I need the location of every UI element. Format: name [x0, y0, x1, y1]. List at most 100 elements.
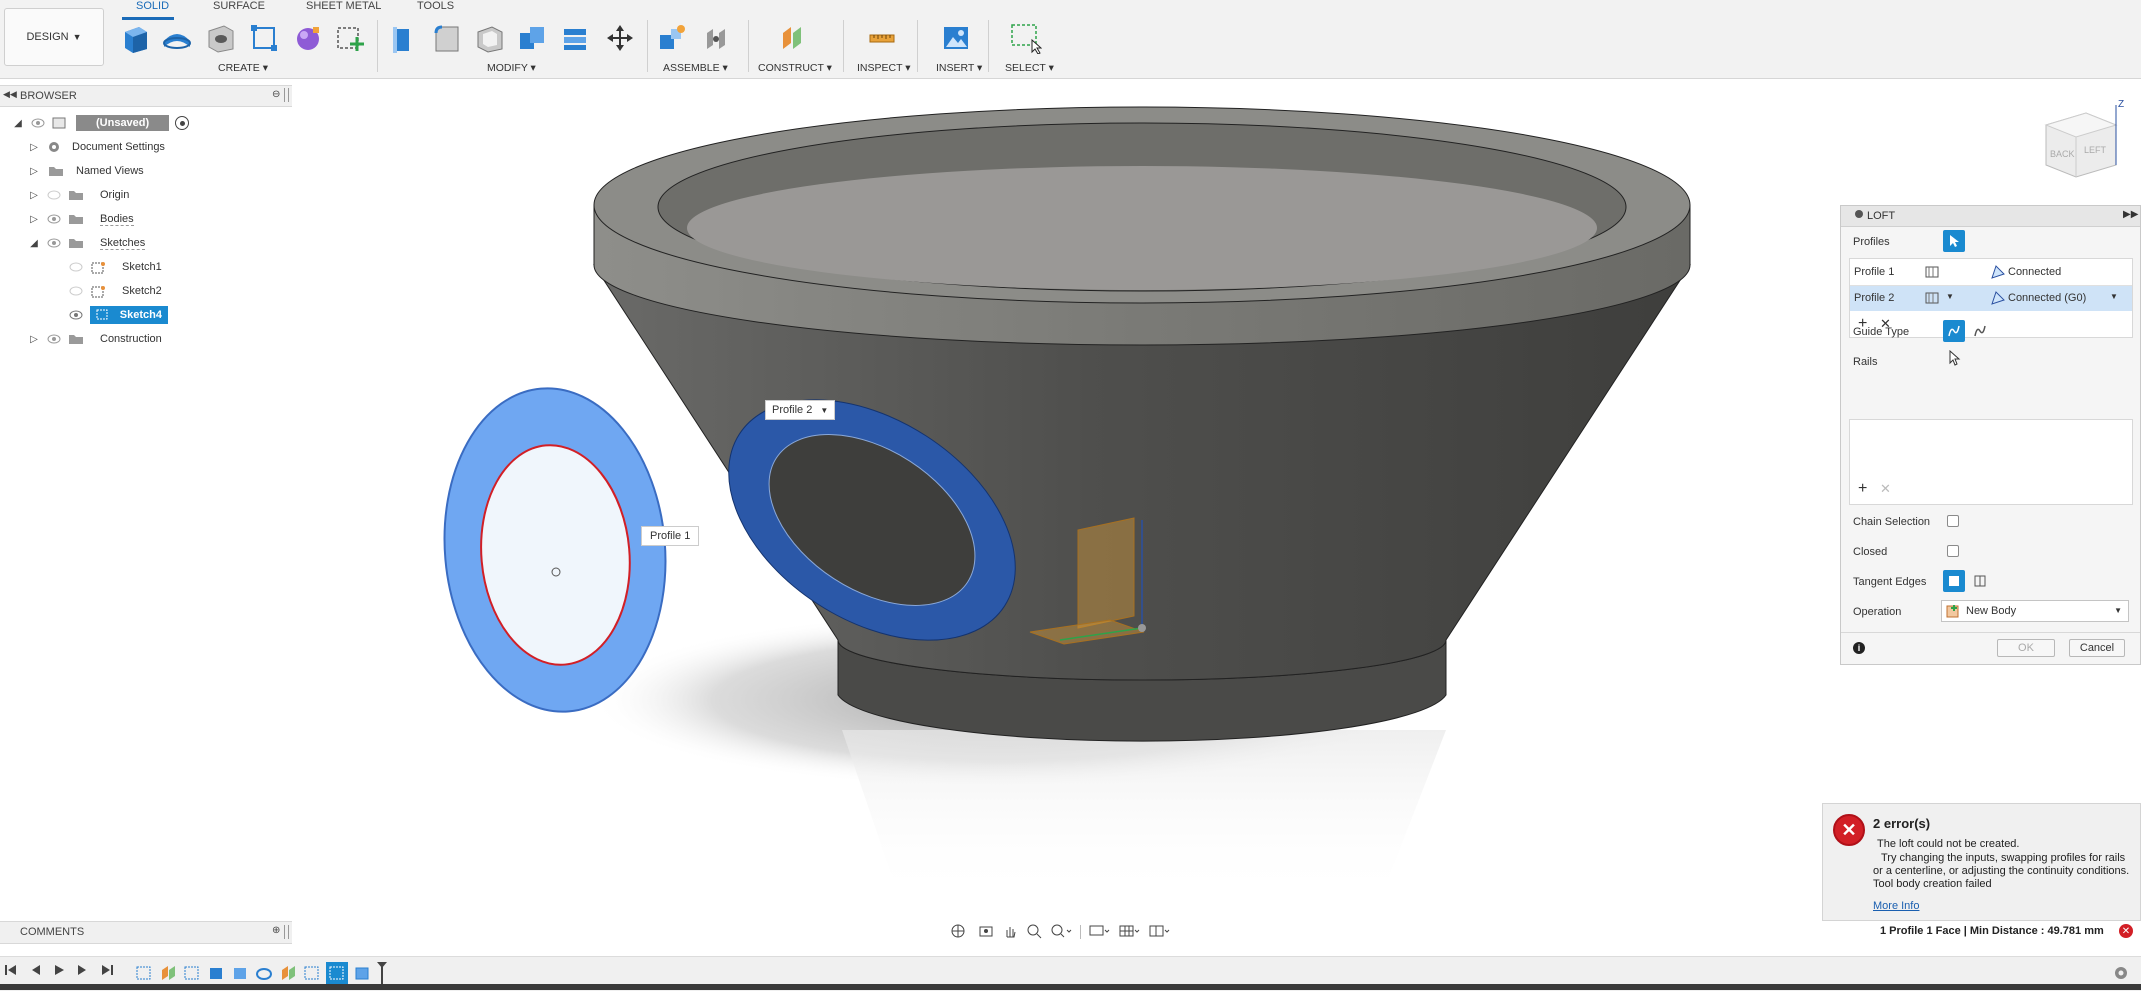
timeline-sketch-icon[interactable]	[302, 963, 322, 986]
create-sketch-icon[interactable]	[335, 20, 367, 56]
timeline-extrude-icon[interactable]	[230, 963, 250, 986]
modify-menu[interactable]: MODIFY ▾	[487, 62, 536, 74]
profile-select-icon[interactable]	[1924, 265, 1940, 282]
tree-row-bodies[interactable]: ▷ Bodies	[28, 208, 134, 230]
expand-triangle-icon[interactable]: ▷	[28, 141, 40, 153]
eye-hidden-icon[interactable]	[68, 261, 84, 273]
insert-menu[interactable]: INSERT ▾	[936, 62, 982, 74]
timeline-sketch-icon[interactable]	[134, 963, 154, 986]
pattern-icon[interactable]	[248, 20, 280, 56]
press-pull-icon[interactable]	[388, 20, 420, 56]
tree-row-root[interactable]: ◢ (Unsaved)	[12, 112, 190, 134]
create-menu[interactable]: CREATE ▾	[218, 62, 268, 74]
joint-icon[interactable]	[700, 20, 732, 56]
new-component-assemble-icon[interactable]	[656, 20, 688, 56]
rails-list[interactable]: + ✕	[1849, 419, 2133, 505]
orbit-icon[interactable]	[950, 923, 970, 942]
new-component-icon[interactable]	[120, 20, 152, 56]
tree-row-sketch4[interactable]: Sketch4	[68, 304, 168, 326]
tree-row-origin[interactable]: ▷ Origin	[28, 184, 129, 206]
go-to-end-icon[interactable]	[100, 963, 114, 980]
expand-triangle-icon[interactable]: ▷	[28, 213, 40, 225]
look-at-icon[interactable]	[978, 923, 994, 942]
eye-icon[interactable]	[30, 117, 46, 129]
eye-hidden-icon[interactable]	[46, 189, 62, 201]
timeline-settings-gear-icon[interactable]	[2113, 965, 2129, 984]
tree-row-sketch1[interactable]: Sketch1	[68, 256, 162, 278]
timeline-plane-icon[interactable]	[278, 963, 298, 986]
closed-checkbox[interactable]	[1947, 545, 1959, 557]
expand-triangle-icon[interactable]: ▷	[28, 189, 40, 201]
collapse-triangle-icon[interactable]: ◢	[28, 237, 40, 249]
eye-icon[interactable]	[46, 237, 62, 249]
collapse-browser-icon[interactable]: ◀◀	[3, 89, 17, 100]
assemble-menu[interactable]: ASSEMBLE ▾	[663, 62, 728, 74]
info-icon[interactable]: i	[1853, 642, 1865, 654]
more-info-link[interactable]: More Info	[1873, 900, 1919, 912]
tab-sheet-metal[interactable]: SHEET METAL	[306, 0, 381, 12]
view-cube[interactable]: BACK LEFT Z	[2038, 95, 2138, 185]
fillet-icon[interactable]	[431, 20, 463, 56]
combine-icon[interactable]	[516, 20, 548, 56]
guide-centerline-button[interactable]	[1969, 320, 1991, 342]
collapse-triangle-icon[interactable]: ◢	[12, 117, 24, 129]
insert-image-icon[interactable]	[940, 20, 972, 56]
profile-2-dropdown[interactable]: Profile 2 ▼	[765, 400, 836, 420]
cancel-button[interactable]: Cancel	[2069, 639, 2125, 657]
tangent-edges-merge-button[interactable]	[1943, 570, 1965, 592]
eye-icon[interactable]	[46, 213, 62, 225]
step-forward-icon[interactable]	[76, 963, 90, 980]
profile-row-1[interactable]: Profile 1 Connected	[1850, 259, 2132, 286]
timeline-plane-icon[interactable]	[158, 963, 178, 986]
timeline-loft-icon[interactable]	[352, 963, 372, 986]
tab-tools[interactable]: TOOLS	[417, 0, 454, 12]
chevron-down-icon[interactable]: ▼	[2110, 292, 2118, 301]
step-back-icon[interactable]	[28, 963, 42, 980]
move-icon[interactable]	[604, 20, 636, 56]
expand-triangle-icon[interactable]: ▷	[28, 333, 40, 345]
tree-row-document-settings[interactable]: ▷ Document Settings	[28, 136, 165, 158]
expand-triangle-icon[interactable]: ▷	[28, 165, 40, 177]
tangent-edges-keep-button[interactable]	[1969, 570, 1991, 592]
operation-select[interactable]: New Body ▼	[1941, 600, 2129, 622]
pin-handle-icon[interactable]	[284, 88, 289, 102]
select-menu[interactable]: SELECT ▾	[1005, 62, 1054, 74]
eye-icon[interactable]	[68, 309, 84, 321]
activate-radio-icon[interactable]	[175, 116, 190, 130]
tree-row-sketches[interactable]: ◢ Sketches	[28, 232, 146, 254]
shell-icon[interactable]	[474, 20, 506, 56]
tab-solid[interactable]: SOLID	[136, 0, 169, 12]
design-workspace-button[interactable]: DESIGN ▼	[4, 8, 104, 66]
expand-panel-icon[interactable]: ▶▶	[2123, 209, 2138, 220]
timeline-extrude-icon[interactable]	[206, 963, 226, 986]
minimize-icon[interactable]: ⊖	[272, 89, 280, 100]
add-comment-icon[interactable]: ⊕	[272, 925, 280, 936]
grid-settings-icon[interactable]	[1119, 923, 1141, 942]
offset-plane-icon[interactable]	[776, 20, 808, 56]
pin-handle-icon[interactable]	[284, 925, 289, 939]
hole-icon[interactable]	[205, 20, 237, 56]
viewports-icon[interactable]	[1149, 923, 1171, 942]
tree-row-named-views[interactable]: ▷ Named Views	[28, 160, 144, 182]
measure-icon[interactable]	[866, 20, 898, 56]
profile-select-icon[interactable]	[1924, 291, 1940, 308]
chain-selection-checkbox[interactable]	[1947, 515, 1959, 527]
inspect-menu[interactable]: INSPECT ▾	[857, 62, 911, 74]
select-profiles-button[interactable]	[1943, 230, 1965, 252]
eye-hidden-icon[interactable]	[68, 285, 84, 297]
collapse-icon[interactable]	[1855, 210, 1863, 218]
tab-surface[interactable]: SURFACE	[213, 0, 265, 12]
profile-row-2[interactable]: Profile 2 ▼ Connected (G0) ▼	[1850, 286, 2132, 311]
tree-selected-item[interactable]: Sketch4	[90, 306, 168, 324]
construct-menu[interactable]: CONSTRUCT ▾	[758, 62, 832, 74]
window-select-icon[interactable]	[1010, 20, 1042, 56]
play-icon[interactable]	[52, 963, 66, 980]
revolve-icon[interactable]	[161, 20, 193, 56]
chevron-down-icon[interactable]: ▼	[1946, 292, 1954, 301]
viewport-canvas[interactable]: Profile 1 Profile 2 ▼	[295, 78, 1840, 918]
split-body-icon[interactable]	[559, 20, 591, 56]
go-to-start-icon[interactable]	[4, 963, 18, 980]
add-rail-icon[interactable]: +	[1858, 480, 1867, 498]
timeline-sketch-icon[interactable]	[182, 963, 202, 986]
timeline-revolve-icon[interactable]	[254, 963, 274, 986]
